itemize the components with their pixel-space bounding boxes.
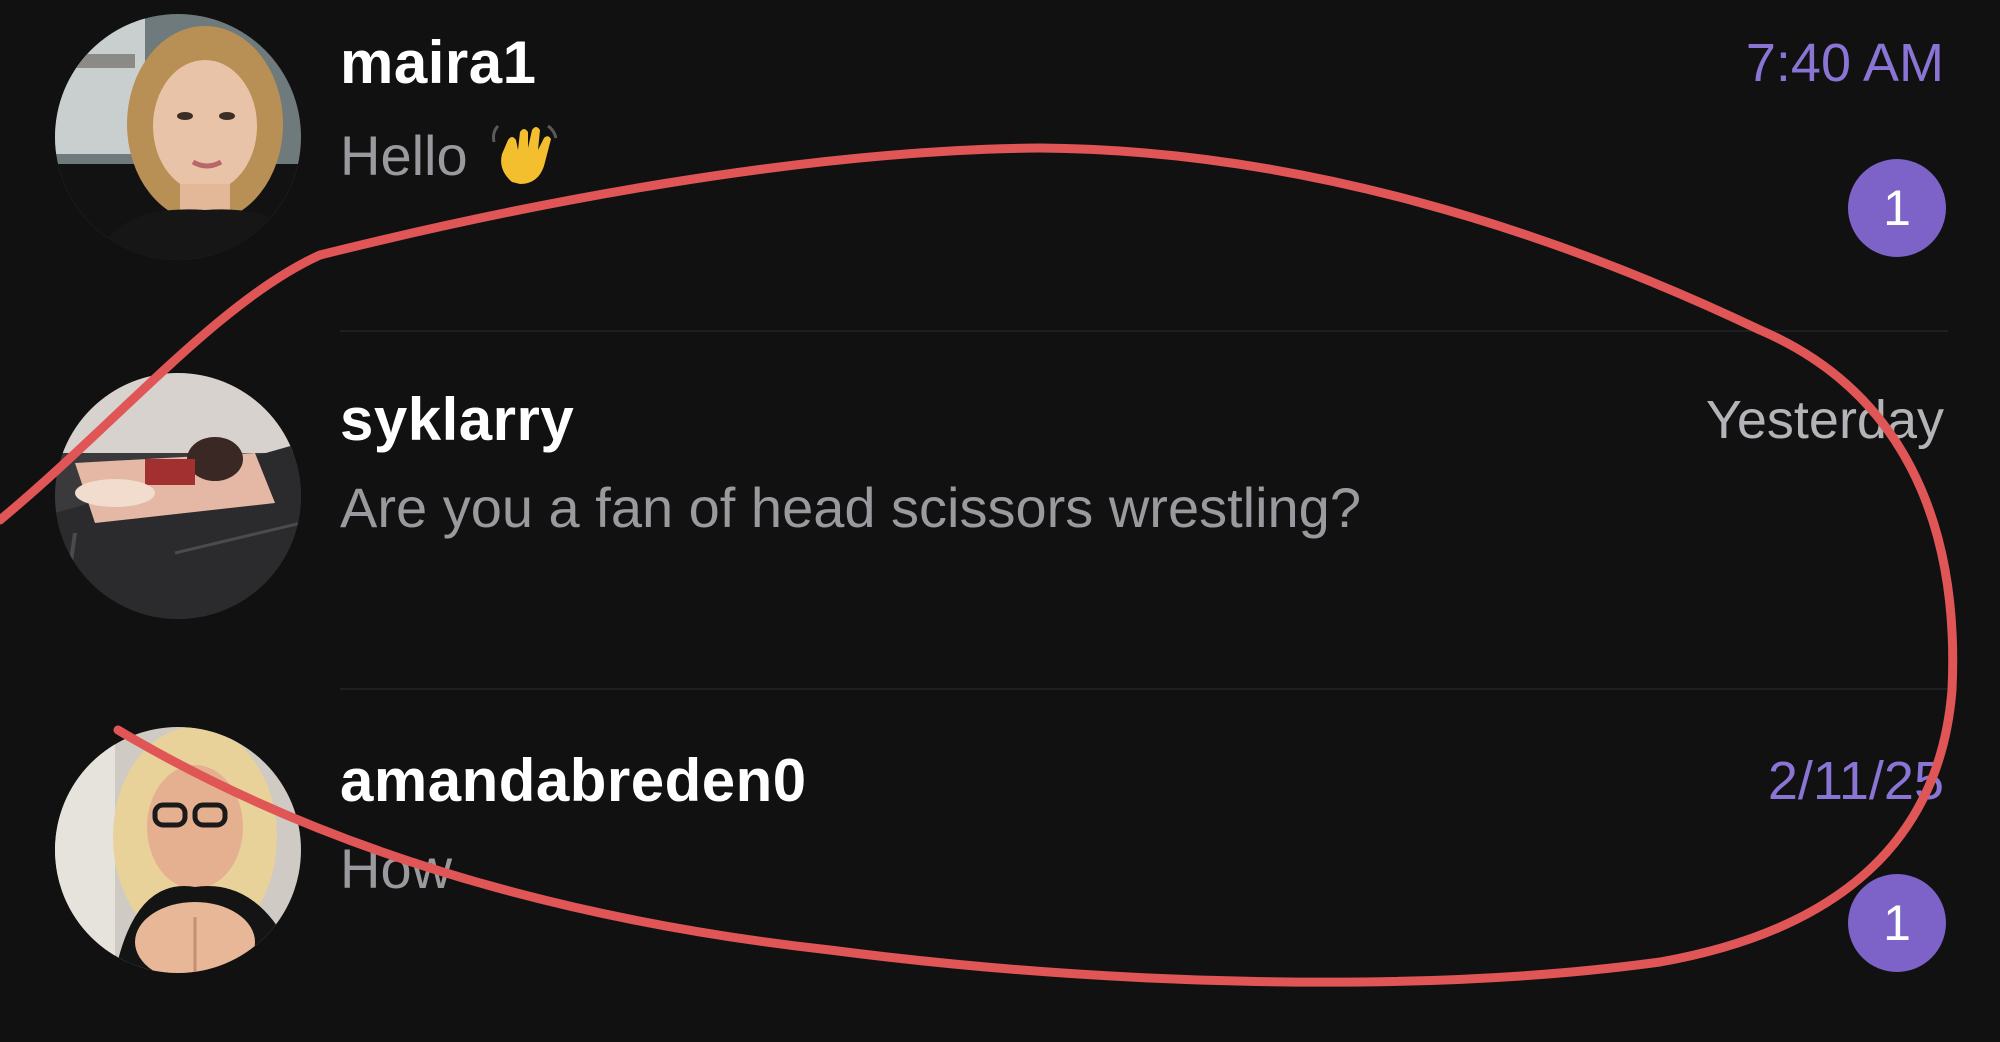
chat-row-syklarry[interactable]: syklarry Are you a fan of head scissors …: [0, 357, 2000, 687]
chat-timestamp: 2/11/25: [1767, 751, 1944, 811]
avatar[interactable]: [55, 727, 301, 973]
avatar[interactable]: [55, 373, 301, 619]
chat-username: maira1: [340, 29, 537, 96]
chat-timestamp: 7:40 AM: [1745, 33, 1944, 93]
chat-row-amandabreden0[interactable]: amandabreden0 How 2/11/25 1: [0, 712, 2000, 1042]
chat-preview: How: [340, 836, 452, 901]
unread-badge: 1: [1848, 159, 1946, 257]
chat-list: maira1 Hello 7:40 AM 1 syklarry Are you …: [0, 0, 2000, 1036]
divider: [340, 688, 1948, 690]
avatar-photo: [55, 373, 301, 619]
chat-preview-text: How: [340, 837, 453, 900]
chat-preview: Hello: [340, 120, 560, 190]
chat-preview-text: Hello: [340, 123, 468, 187]
unread-badge: 1: [1848, 874, 1946, 972]
chat-preview: Are you a fan of head scissors wrestling…: [340, 475, 1361, 540]
avatar-photo: [55, 727, 301, 973]
avatar[interactable]: [55, 14, 301, 260]
divider: [340, 330, 1948, 332]
chat-timestamp: Yesterday: [1705, 390, 1944, 450]
chat-username: amandabreden0: [340, 747, 807, 814]
chat-preview-text: Are you a fan of head scissors wrestling…: [340, 476, 1361, 539]
waving-hand-icon: [490, 120, 560, 190]
avatar-photo: [55, 14, 301, 260]
chat-username: syklarry: [340, 386, 575, 453]
chat-row-maira1[interactable]: maira1 Hello 7:40 AM 1: [0, 0, 2000, 330]
